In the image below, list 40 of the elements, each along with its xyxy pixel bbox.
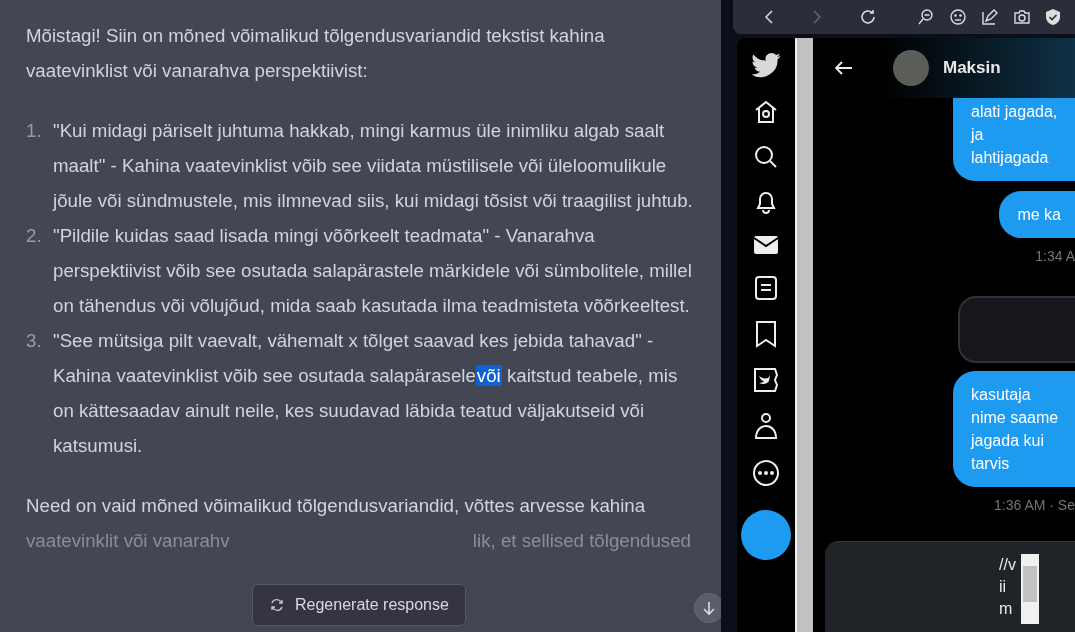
message-bubble: me ka	[999, 191, 1075, 238]
message-bubble: kasutaja nime saame jagada kui tarvis	[953, 371, 1075, 487]
message-field[interactable]: //v ii m	[825, 541, 1075, 632]
back-icon[interactable]	[763, 9, 775, 25]
refresh-icon	[269, 597, 285, 613]
scrollbar[interactable]	[795, 38, 813, 632]
bookmark-icon[interactable]	[755, 320, 777, 348]
person-icon[interactable]	[754, 412, 778, 440]
avatar	[893, 50, 929, 86]
response-text: vaatevinklit või vanarahv	[26, 529, 230, 553]
response-paragraph: Need on vaid mõned võimalikud tõlgendusvariandid, võttes arvesse kahina	[26, 494, 647, 518]
emoji-icon[interactable]	[949, 8, 967, 26]
bird-logo-icon[interactable]	[750, 52, 782, 80]
contact-name: Maksin	[943, 58, 1001, 78]
arrow-down-icon	[701, 600, 717, 616]
message-time: 1:36 AM · Se	[994, 497, 1075, 513]
more-icon[interactable]	[752, 459, 780, 487]
zoom-out-icon[interactable]	[917, 8, 935, 26]
list-icon[interactable]	[754, 275, 778, 301]
scroll-down-button[interactable]	[694, 593, 722, 623]
message-bubble: alati jagada, ja lahtijagada	[953, 98, 1075, 181]
regenerate-button[interactable]: Regenerate response	[252, 584, 466, 626]
list-item-text: "Pildile kuidas saad lisada mingi võõrkeelt teadmata" - Vanarahva perspektiivist võib see osutada salapärastele märkidele või sümbolitele, millel on tähendus või võlujõud, mida saab kasutada ilma teadmisteta võõrkeeltest.	[53, 224, 693, 318]
response-paragraph: Mõistagi! Siin on mõned võimalikud tõlgendusvariandid tekstist kahina vaatevinklist või vanarahva perspektiivist:	[26, 24, 606, 83]
list-item-text: "See mütsiga pilt vaevalt, vähemalt x tõlget saavad kes jebida tahavad" - Kahina vaatevinklist võib see osutada salapäraselevõi kaitstud teabele, mis on kättesaadav ainult neile, kes suudavad läbida teatud väljakutseid või katsumusi.	[53, 329, 679, 458]
list-number: 1.	[26, 119, 43, 143]
list-item-text: "Kui midagi päriselt juhtuma hakkab, mingi karmus üle inimliku algab saalt maalt" - Kahina vaatevinklist võib see viidata müstilisele või üleloomulikule jõule või sündmustele, mis ilmnevad siis, kui midagi tõsist või traagilist juhtub.	[53, 119, 694, 213]
camera-icon[interactable]	[1013, 9, 1031, 25]
mail-icon[interactable]	[753, 234, 779, 256]
reload-icon[interactable]	[859, 8, 877, 26]
search-icon[interactable]	[753, 144, 779, 170]
response-text: lik, et sellised tõlgendused	[472, 529, 691, 553]
back-arrow-icon[interactable]	[835, 61, 853, 75]
list-number: 2.	[26, 224, 43, 248]
pen-icon[interactable]	[981, 8, 999, 26]
home-icon[interactable]	[753, 99, 779, 125]
message-time: 1:34 A	[1035, 248, 1075, 264]
shield-check-icon[interactable]	[1045, 8, 1061, 26]
list-number: 3.	[26, 329, 43, 353]
compose-button[interactable]	[741, 510, 791, 560]
